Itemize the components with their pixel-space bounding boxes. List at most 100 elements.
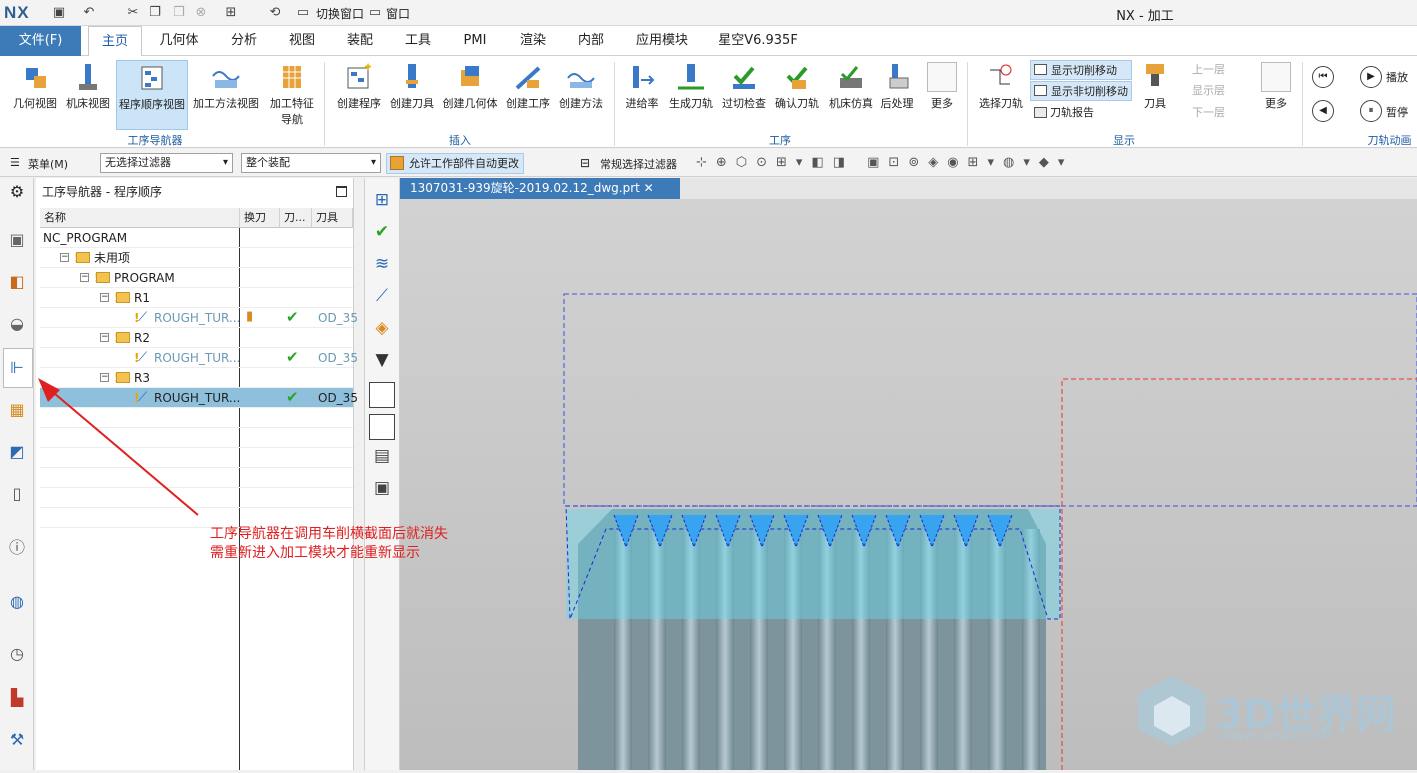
list-icon[interactable] xyxy=(369,414,395,440)
col-path[interactable]: 刀... xyxy=(280,208,312,228)
table-row[interactable]: −!R3 xyxy=(40,368,353,388)
switch-window-icon[interactable]: ▭ xyxy=(294,4,312,22)
method-icon[interactable]: ≋ xyxy=(369,254,395,280)
col-tool[interactable]: 刀具 xyxy=(312,208,353,228)
display-more-button[interactable]: 更多 xyxy=(1256,60,1296,130)
table-row[interactable] xyxy=(40,428,353,448)
operation-more-button[interactable]: 更多 xyxy=(922,60,962,130)
tool-button[interactable]: 刀具 xyxy=(1136,60,1174,130)
step-back-icon[interactable]: ◀ xyxy=(1312,100,1334,122)
reuse-library-icon[interactable]: ▯ xyxy=(5,482,29,506)
program-order-view-button[interactable]: 程序顺序视图 xyxy=(116,60,188,130)
feed-rate-button[interactable]: 进给率 xyxy=(620,60,664,130)
snap-tools-strip[interactable]: ⊹⊕⬡⊙⊞▾◧◨ ▣⊡⊚◈◉⊞▾◍▾◆▾ xyxy=(696,153,1176,173)
create-operation-button[interactable]: 创建工序 xyxy=(503,60,553,130)
tab-geometry[interactable]: 几何体 xyxy=(150,26,208,56)
table-row[interactable]: −!未用项 xyxy=(40,248,353,268)
tab-view[interactable]: 视图 xyxy=(278,26,326,56)
tool-icon[interactable]: ▼ xyxy=(369,350,395,376)
document-tab[interactable]: 1307031-939旋轮-2019.02.12_dwg.prt ✕ xyxy=(400,178,680,199)
gear-icon[interactable]: ⚙ xyxy=(5,180,29,204)
create-program-button[interactable]: ✦ 创建程序 xyxy=(334,60,384,130)
pause-icon[interactable]: ⏸ xyxy=(1360,100,1382,122)
tab-application[interactable]: 应用模块 xyxy=(627,26,697,56)
level-down-button[interactable]: 下一层 xyxy=(1192,103,1252,123)
pause-button[interactable]: 暂停 xyxy=(1386,104,1408,120)
window-menu[interactable]: 窗口 xyxy=(386,5,410,22)
tab-render[interactable]: 渲染 xyxy=(508,26,558,56)
save-icon[interactable]: ▣ xyxy=(50,4,68,22)
tab-xingkong[interactable]: 星空V6.935F xyxy=(708,26,808,56)
table-row[interactable]: −!R2 xyxy=(40,328,353,348)
machine-view-button[interactable]: 机床视图 xyxy=(62,60,114,130)
col-name[interactable]: 名称 xyxy=(40,208,240,228)
paste-icon[interactable]: ❒ xyxy=(170,4,188,22)
web-browser-icon[interactable]: ◍ xyxy=(5,590,29,614)
table-row[interactable]: NC_PROGRAM xyxy=(40,228,353,248)
collapse-icon[interactable]: − xyxy=(100,373,109,382)
assembly-nav-icon[interactable]: ▣ xyxy=(5,228,29,252)
geometry-icon[interactable]: ◈ xyxy=(369,318,395,344)
allow-auto-change-button[interactable]: 允许工作部件自动更改 xyxy=(386,153,524,174)
col-tool-change[interactable]: 换刀 xyxy=(240,208,280,228)
constraint-nav-icon[interactable]: ◧ xyxy=(5,270,29,294)
verify-toolpath-button[interactable]: 确认刀轨 xyxy=(772,60,822,130)
menu-button[interactable]: 菜单(M) xyxy=(28,156,68,172)
prev-frame-icon[interactable]: ⏮ xyxy=(1312,66,1334,88)
hamburger-icon[interactable]: ☰ xyxy=(10,156,20,169)
table-row[interactable] xyxy=(40,488,353,508)
create-geometry-button[interactable]: 创建几何体 xyxy=(440,60,500,130)
gouge-check-button[interactable]: 过切检查 xyxy=(719,60,769,130)
shop-doc-icon[interactable]: ▤ xyxy=(369,446,395,472)
play-button[interactable]: 播放 xyxy=(1386,69,1408,85)
cut-icon[interactable]: ✂ xyxy=(124,4,142,22)
tab-analysis[interactable]: 分析 xyxy=(220,26,268,56)
operation-nav-icon[interactable]: ⊩ xyxy=(5,356,29,380)
tab-internal[interactable]: 内部 xyxy=(566,26,616,56)
transform-icon[interactable] xyxy=(369,382,395,408)
create-tool-button[interactable]: 创建刀具 xyxy=(387,60,437,130)
window-icon[interactable]: ▭ xyxy=(366,4,384,22)
general-filter-button[interactable]: 常规选择过滤器 xyxy=(600,156,677,172)
method-view-button[interactable]: 加工方法视图 xyxy=(192,60,260,130)
close-icon[interactable]: ✕ xyxy=(644,181,654,195)
generate-toolpath-button[interactable]: 生成刀轨 xyxy=(666,60,716,130)
tab-pmi[interactable]: PMI xyxy=(452,26,498,56)
feature-nav-icon[interactable]: ◩ xyxy=(5,440,29,464)
role-icon[interactable]: ⚒ xyxy=(5,728,29,752)
save-template-icon[interactable]: ▣ xyxy=(369,478,395,504)
table-row[interactable]: ! ⟋ ROUGH_TUR... ▮ ✔ OD_35 xyxy=(40,308,358,328)
table-row[interactable]: ! ⟋ ROUGH_TUR... ✔ OD_35 xyxy=(40,388,358,408)
info-icon[interactable]: ⓘ xyxy=(5,536,29,560)
machine-sim-button[interactable]: 机床仿真 xyxy=(825,60,877,130)
collapse-icon[interactable]: − xyxy=(80,273,89,282)
undo-icon[interactable]: ↶ xyxy=(80,4,98,22)
repeat-icon[interactable]: ⟲ xyxy=(266,4,284,22)
operation-icon[interactable]: ⟋ xyxy=(369,286,395,312)
table-row[interactable] xyxy=(40,448,353,468)
table-row[interactable] xyxy=(40,468,353,488)
machine-nav-icon[interactable]: ▦ xyxy=(5,398,29,422)
select-toolpath-button[interactable]: 选择刀轨 xyxy=(976,60,1026,130)
tab-assembly[interactable]: 装配 xyxy=(335,26,385,56)
create-program-icon[interactable]: ⊞ xyxy=(369,190,395,216)
table-row[interactable]: −!R1 xyxy=(40,288,353,308)
snap-icon[interactable]: ⊞ xyxy=(222,4,240,22)
table-row[interactable]: ! ⟋ ROUGH_TUR... ✔ OD_35 xyxy=(40,348,358,368)
tab-tools[interactable]: 工具 xyxy=(393,26,443,56)
switch-window-button[interactable]: 切换窗口 xyxy=(316,5,364,22)
maximize-icon[interactable] xyxy=(336,186,347,197)
table-row[interactable] xyxy=(40,408,353,428)
copy-icon[interactable]: ❐ xyxy=(146,4,164,22)
palette-icon[interactable]: ▙ xyxy=(5,686,29,710)
collapse-icon[interactable]: − xyxy=(60,253,69,262)
feature-nav-button[interactable]: 加工特征导航 xyxy=(266,60,318,130)
assembly-select[interactable]: 整个装配 xyxy=(241,153,381,173)
collapse-icon[interactable]: − xyxy=(100,333,109,342)
type-filter-select[interactable]: 无选择过滤器 xyxy=(100,153,233,173)
check-icon[interactable]: ✔ xyxy=(369,222,395,248)
collapse-icon[interactable]: − xyxy=(100,293,109,302)
part-nav-icon[interactable]: ◒ xyxy=(5,312,29,336)
display-level-button[interactable]: 显示层 xyxy=(1192,81,1252,101)
table-row[interactable]: −!PROGRAM xyxy=(40,268,353,288)
